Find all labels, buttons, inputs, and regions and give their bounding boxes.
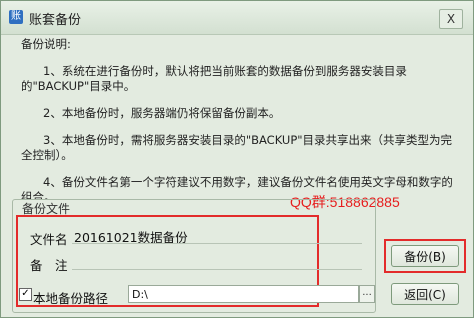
app-icon: 账 [9, 10, 23, 24]
local-path-label: 本地备份路径 [33, 291, 109, 306]
browse-button[interactable]: ... [359, 285, 375, 303]
filename-underline [72, 243, 362, 244]
description-heading: 备份说明: [21, 37, 71, 51]
window-title: 账套备份 [29, 13, 82, 28]
remark-field[interactable] [74, 253, 362, 269]
return-button[interactable]: 返回(C) [391, 283, 459, 305]
filename-label: 文件名 [30, 232, 68, 247]
highlight-box-backup [384, 239, 466, 273]
description-item: 3、本地备份时，需将服务器安装目录的"BACKUP"目录共享出来（共享类型为完全… [21, 133, 453, 162]
local-path-checkbox[interactable]: ✓ [19, 288, 32, 301]
description-text: 备份说明: 1、系统在进行备份时，默认将把当前账套的数据备份到服务器安装目录的"… [21, 37, 461, 217]
description-item: 2、本地备份时，服务器端仍将保留备份副本。 [43, 106, 281, 120]
title-bar: 账 账套备份 X [1, 1, 473, 35]
remark-label: 备 注 [30, 258, 68, 273]
close-button[interactable]: X [439, 9, 463, 29]
remark-underline [72, 269, 362, 270]
local-path-input[interactable]: D:\ [128, 285, 359, 303]
description-item: 1、系统在进行备份时，默认将把当前账套的数据备份到服务器安装目录的"BACKUP… [21, 64, 407, 93]
